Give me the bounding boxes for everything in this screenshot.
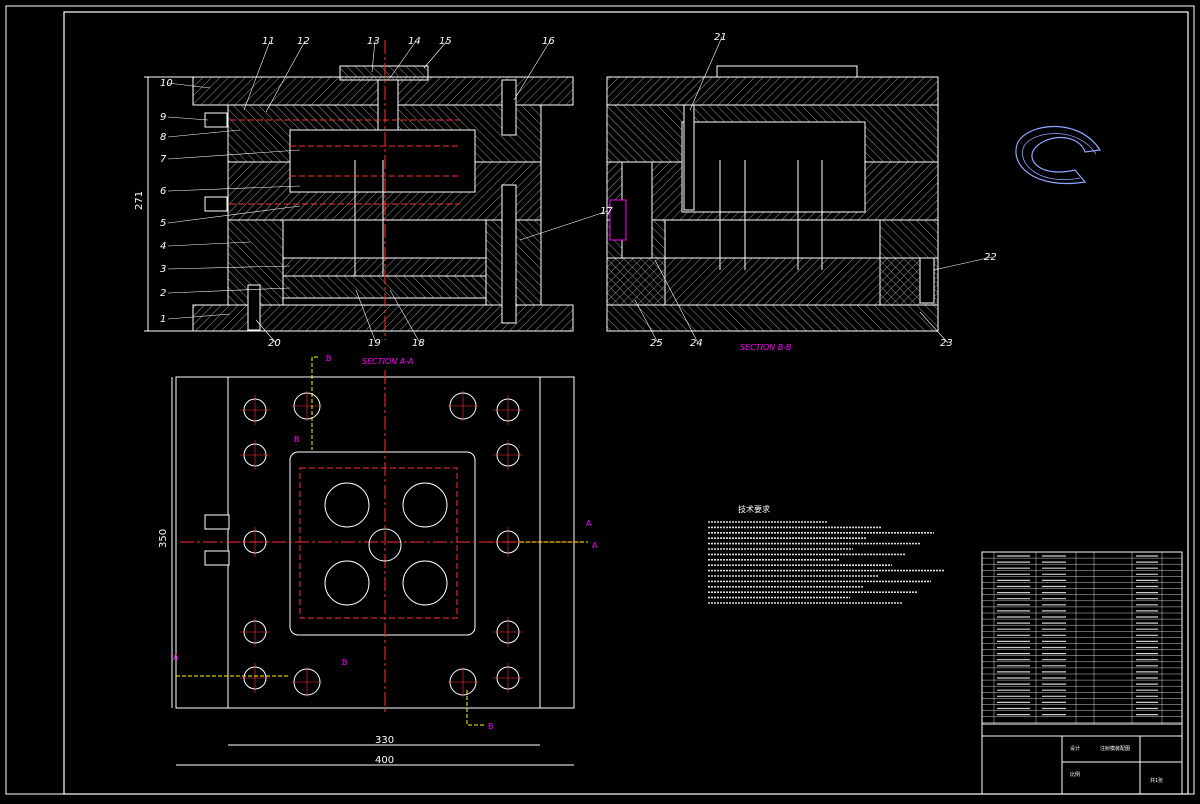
part-number-label: 13 <box>367 36 380 47</box>
part-number-label: 7 <box>160 154 167 165</box>
part-number-label: 25 <box>650 338 663 349</box>
part-number-label: 5 <box>160 218 166 229</box>
dim-330-text: 330 <box>375 735 394 746</box>
part-number-label: 23 <box>940 338 953 349</box>
marker-b-top: B <box>326 354 332 363</box>
cooling-fitting-lower <box>204 196 228 212</box>
dim-350-text: 350 <box>158 529 169 548</box>
part-number-label: 9 <box>160 112 166 123</box>
part-number-label: 14 <box>408 36 421 47</box>
b-ejector-plate <box>606 257 939 306</box>
part-number-label: 6 <box>160 186 166 197</box>
part-number-label: 10 <box>160 78 173 89</box>
marker-a-right: A <box>586 519 592 528</box>
part-number-label: 4 <box>160 241 166 252</box>
leader-line <box>167 116 209 121</box>
section-a-label: SECTION A-A <box>362 357 414 366</box>
b-insert <box>681 121 866 213</box>
b-bottom-plate <box>606 304 939 332</box>
projection-b-top <box>311 356 318 450</box>
cavity-4 <box>402 560 448 606</box>
part-number-label: 16 <box>542 36 555 47</box>
part-number-label: 2 <box>160 288 166 299</box>
return-screw <box>501 79 517 136</box>
part-number-label: 11 <box>262 36 275 47</box>
part-number-label: 15 <box>439 36 452 47</box>
marker-b-bottom: B <box>488 722 494 731</box>
section-b-label: SECTION B-B <box>740 343 792 352</box>
tb-designer: 设计 <box>1070 745 1080 752</box>
mold-assembly-drawing: 271 SECTION A-A SECTION B-B B B A A A B … <box>5 5 1195 795</box>
plan-fitting-2 <box>204 550 230 566</box>
part-number-label: 3 <box>160 264 166 275</box>
technical-requirements: 技术要求 <box>708 504 945 604</box>
guide-pin <box>501 184 517 324</box>
part-number-label: 20 <box>268 338 281 349</box>
plan-view: B B A A A B B 350 330 400 <box>158 354 598 766</box>
part-3d-view-inner <box>1022 133 1097 180</box>
section-b-view: SECTION B-B <box>606 65 939 352</box>
part-number-label: 21 <box>714 32 727 43</box>
part-3d-view <box>1015 125 1102 184</box>
marker-b-mid2: B <box>342 658 348 667</box>
part-number-label: 24 <box>690 338 703 349</box>
plan-fitting-1 <box>204 514 230 530</box>
cavity-1 <box>324 482 370 528</box>
part-number-label: 18 <box>412 338 425 349</box>
part-number-label: 19 <box>368 338 381 349</box>
locating-ring <box>339 65 429 81</box>
part-number-label: 1 <box>160 314 166 325</box>
tb-sheet: 共1张 <box>1150 777 1163 784</box>
cooling-fitting-upper <box>204 112 228 128</box>
part-number-label: 12 <box>297 36 310 47</box>
tb-scale: 比例 <box>1070 771 1080 778</box>
marker-a-left: A <box>592 541 598 550</box>
tech-req-title: 技术要求 <box>738 504 770 514</box>
tb-drawing-name: 注射模装配图 <box>1100 745 1130 752</box>
part-number-label: 8 <box>160 132 166 143</box>
b-screw-21 <box>683 104 695 211</box>
cavity-3 <box>324 560 370 606</box>
b-screw-22 <box>919 257 935 304</box>
b-sprue-top <box>716 65 858 78</box>
b-top-plate <box>606 76 939 106</box>
dim-400-text: 400 <box>375 755 394 766</box>
plan-cooling-loop <box>299 467 458 619</box>
section-a-view: 271 SECTION A-A <box>134 40 574 366</box>
part-number-label: 22 <box>984 252 997 263</box>
part-number-label: 17 <box>600 206 613 217</box>
marker-a-lower: A <box>173 653 179 662</box>
plan-cavity-area <box>289 451 476 636</box>
cavity-2 <box>402 482 448 528</box>
dim-height-text: 271 <box>134 191 145 210</box>
title-block: 设计 注射模装配图 比例 共1张 <box>981 551 1183 795</box>
cad-drawing-canvas: 271 SECTION A-A SECTION B-B B B A A A B … <box>0 0 1200 800</box>
bottom-screw <box>247 284 261 331</box>
marker-b-mid1: B <box>294 435 300 444</box>
